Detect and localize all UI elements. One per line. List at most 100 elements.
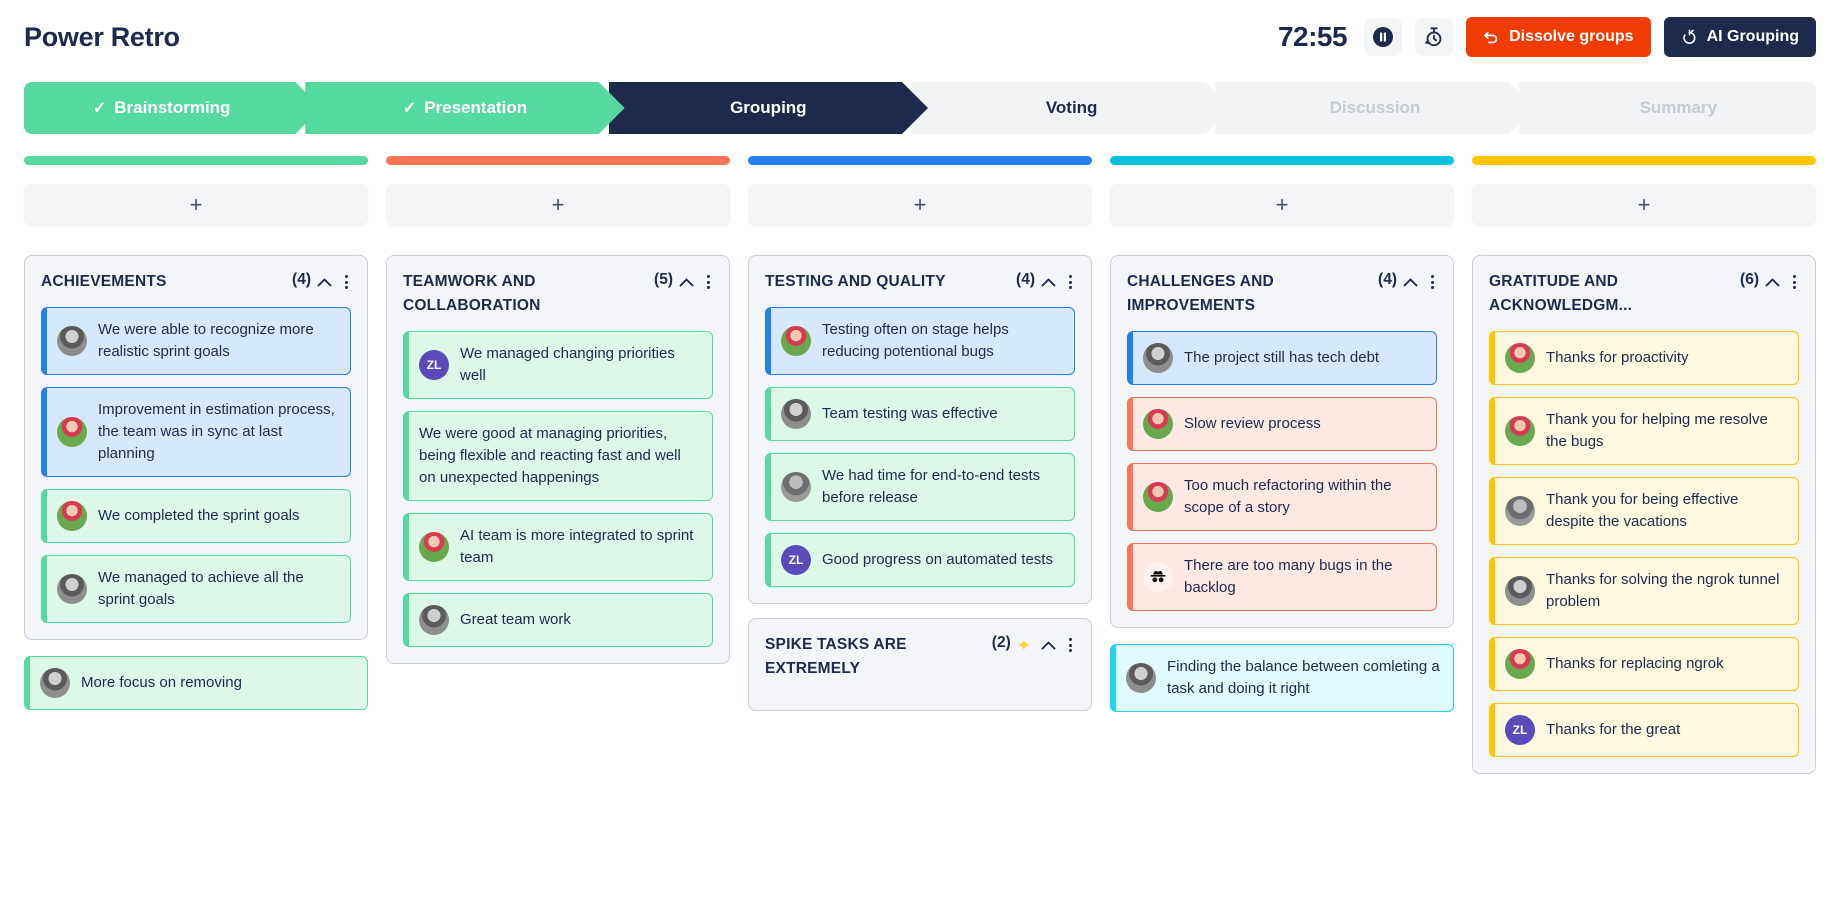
step-label: ✓ Presentation <box>402 98 528 117</box>
note-text: Slow review process <box>1184 415 1321 432</box>
note-card[interactable]: Too much refactoring within the scope of… <box>1127 463 1437 532</box>
step-grouping[interactable]: Grouping <box>609 82 928 134</box>
incognito-icon <box>1150 571 1166 583</box>
group-title[interactable]: Spike tasks are extremely <box>765 633 986 681</box>
note-text: Thank you for helping me resolve the bug… <box>1546 411 1768 451</box>
group-menu-button[interactable] <box>342 273 351 291</box>
note-card[interactable]: Thanks for proactivity <box>1489 331 1799 386</box>
pause-timer-button[interactable] <box>1364 18 1403 56</box>
note-text: We had time for end-to-end tests before … <box>822 467 1041 507</box>
note-card[interactable]: ZL Thanks for the great <box>1489 703 1799 758</box>
note-text: Finding the balance between comleting a … <box>1167 658 1440 698</box>
group-menu-button[interactable] <box>1428 273 1437 291</box>
chevron-up-icon[interactable] <box>1765 278 1780 287</box>
group-title[interactable]: Gratitude and acknowledgm... <box>1489 270 1734 318</box>
note-text: We were able to recognize more realistic… <box>98 321 314 361</box>
ai-sparkle-icon: ✦ <box>1016 635 1031 655</box>
note-card[interactable]: ZL We managed changing priorities well <box>403 331 713 400</box>
note-card[interactable]: The project still has tech debt <box>1127 331 1437 386</box>
group-menu-button[interactable] <box>1066 273 1075 291</box>
note-card[interactable]: We were good at managing priorities, bei… <box>403 411 713 502</box>
group-menu-button[interactable] <box>1790 273 1799 291</box>
avatar: ZL <box>781 545 811 576</box>
add-note-button[interactable]: + <box>24 184 368 225</box>
add-note-button[interactable]: + <box>1472 184 1816 225</box>
group-title[interactable]: Achievements <box>41 270 286 294</box>
note-card[interactable]: Thank you for being effective despite th… <box>1489 477 1799 546</box>
group-menu-button[interactable] <box>1066 636 1075 654</box>
note-list: The project still has tech debt Slow revi… <box>1127 331 1437 612</box>
group-title[interactable]: Teamwork and collaboration <box>403 270 648 318</box>
add-note-button[interactable]: + <box>748 184 1092 225</box>
board-column: + Gratitude and acknowledgm... (6) Thanks f… <box>1472 156 1816 900</box>
avatar <box>1126 663 1156 694</box>
group-title[interactable]: Challenges and improvements <box>1127 270 1372 318</box>
chevron-up-icon[interactable] <box>1403 278 1418 287</box>
avatar <box>57 501 87 532</box>
step-label: Discussion <box>1329 98 1421 117</box>
column-body: Gratitude and acknowledgm... (6) Thanks fo… <box>1472 255 1816 900</box>
group-menu-button[interactable] <box>704 273 713 291</box>
note-text: We were good at managing priorities, bei… <box>419 425 681 487</box>
step-discussion[interactable]: Discussion <box>1215 82 1534 134</box>
pause-icon <box>1373 27 1394 47</box>
note-text: Thanks for proactivity <box>1546 349 1689 366</box>
avatar <box>1505 343 1535 374</box>
note-card[interactable]: We were able to recognize more realistic… <box>41 307 351 376</box>
note-group: Achievements (4) We were able to recognize… <box>24 255 368 641</box>
avatar: ZL <box>1505 715 1535 746</box>
note-group: Gratitude and acknowledgm... (6) Thanks fo… <box>1472 255 1816 775</box>
step-brainstorming[interactable]: ✓ Brainstorming <box>24 82 321 134</box>
note-card[interactable]: Thanks for solving the ngrok tunnel prob… <box>1489 557 1799 626</box>
group-title[interactable]: Testing and quality <box>765 270 1010 294</box>
note-card[interactable]: Great team work <box>403 593 713 648</box>
note-card[interactable]: We completed the sprint goals <box>41 489 351 544</box>
note-card[interactable]: Thanks for replacing ngrok <box>1489 637 1799 692</box>
group-header: Spike tasks are extremely (2) ✦ <box>765 633 1075 681</box>
group-count: (4) <box>292 271 311 288</box>
chevron-up-icon[interactable] <box>1041 641 1056 650</box>
board-column: + Challenges and improvements (4) The proje… <box>1110 156 1454 900</box>
note-card[interactable]: There are too many bugs in the backlog <box>1127 543 1437 612</box>
group-count: (2) <box>991 634 1011 652</box>
add-note-button[interactable]: + <box>1110 184 1454 225</box>
note-card[interactable]: Team testing was effective <box>765 387 1075 442</box>
restart-timer-button[interactable] <box>1415 18 1454 56</box>
avatar: ZL <box>419 350 449 381</box>
step-presentation[interactable]: ✓ Presentation <box>305 82 624 134</box>
restart-timer-icon <box>1425 27 1442 47</box>
chevron-up-icon[interactable] <box>1041 278 1056 287</box>
note-card[interactable]: We managed to achieve all the sprint goa… <box>41 555 351 624</box>
chevron-up-icon[interactable] <box>679 278 694 287</box>
note-card[interactable]: Improvement in estimation process, the t… <box>41 387 351 478</box>
note-group: Spike tasks are extremely (2) ✦ <box>748 618 1092 712</box>
avatar <box>57 326 87 357</box>
note-text: Testing often on stage helps reducing po… <box>822 321 1009 361</box>
check-icon: ✓ <box>402 100 417 117</box>
note-text: We completed the sprint goals <box>98 507 300 525</box>
app-title: Power Retro <box>24 21 180 52</box>
note-card[interactable]: Thank you for helping me resolve the bug… <box>1489 397 1799 466</box>
group-count: (4) <box>1016 271 1035 288</box>
board-column: + Teamwork and collaboration (5) ZL We manag… <box>386 156 730 900</box>
note-card[interactable]: More focus on removing <box>24 656 368 711</box>
note-text: Too much refactoring within the scope of… <box>1184 477 1392 517</box>
column-color-bar <box>386 156 730 165</box>
chevron-up-icon[interactable] <box>317 278 332 287</box>
column-body: Teamwork and collaboration (5) ZL We manage… <box>386 255 730 900</box>
step-voting[interactable]: Voting <box>912 82 1231 134</box>
top-bar-controls: 72:55 Dissolve groups AI Grouping <box>1278 17 1816 57</box>
group-header-actions <box>317 270 351 291</box>
dissolve-groups-button[interactable]: Dissolve groups <box>1466 17 1651 57</box>
step-summary[interactable]: Summary <box>1518 82 1816 134</box>
note-text: Thanks for replacing ngrok <box>1546 655 1724 673</box>
note-card[interactable]: Slow review process <box>1127 397 1437 452</box>
note-card[interactable]: Testing often on stage helps reducing po… <box>765 307 1075 376</box>
note-card[interactable]: We had time for end-to-end tests before … <box>765 453 1075 522</box>
add-note-button[interactable]: + <box>386 184 730 225</box>
note-card[interactable]: AI team is more integrated to sprint tea… <box>403 513 713 582</box>
note-card[interactable]: ZL Good progress on automated tests <box>765 533 1075 588</box>
column-body: Achievements (4) We were able to recognize… <box>24 255 368 900</box>
note-card[interactable]: Finding the balance between comleting a … <box>1110 644 1454 713</box>
ai-grouping-button[interactable]: AI Grouping <box>1663 17 1816 57</box>
